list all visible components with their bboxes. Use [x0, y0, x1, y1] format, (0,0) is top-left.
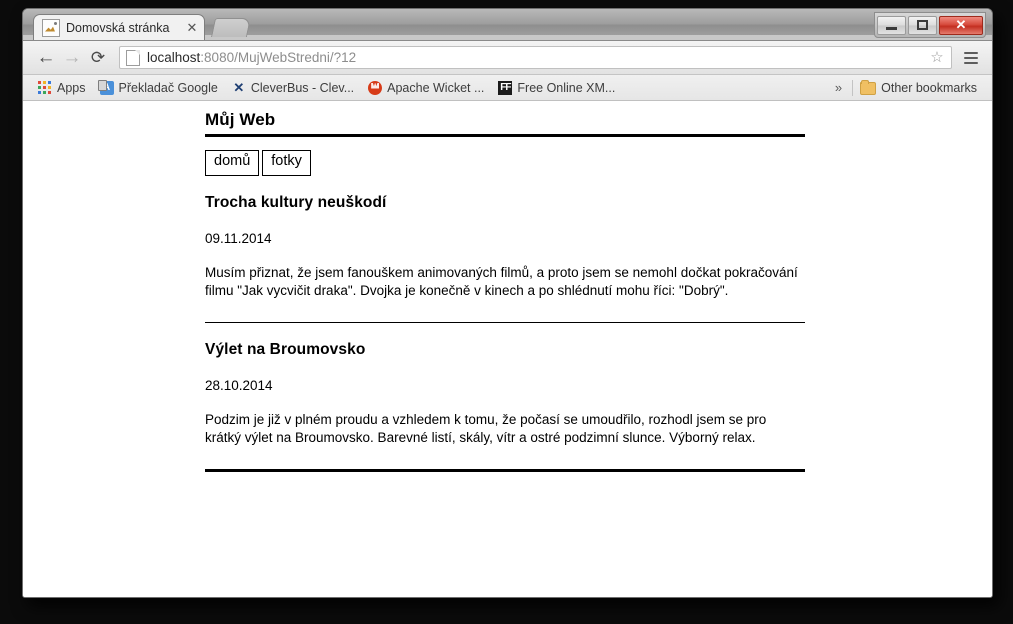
menu-bar-1: [964, 51, 978, 54]
url-text: localhost:8080/MujWebStredni/?12: [147, 50, 929, 65]
tab-strip: Domovská stránka ✕ ✕: [23, 9, 992, 41]
folder-icon: [860, 80, 877, 95]
translate-icon: A: [97, 79, 114, 95]
post-item: Výlet na Broumovsko 28.10.2014 Podzim je…: [205, 341, 805, 472]
page-footer-rule: [205, 468, 805, 472]
close-window-button[interactable]: ✕: [939, 15, 983, 35]
apache-wicket-icon: [368, 80, 383, 95]
post-item: Trocha kultury neuškodí 09.11.2014 Musím…: [205, 194, 805, 323]
bookmarks-overflow-button[interactable]: »: [825, 80, 852, 95]
title-underline: [205, 134, 805, 137]
hamburger-menu-icon[interactable]: [960, 47, 982, 69]
browser-toolbar: ← → ⟳ localhost:8080/MujWebStredni/?12 ☆: [23, 41, 992, 75]
bookmark-apps[interactable]: Apps: [31, 78, 93, 98]
cleverbus-x-icon: ✕: [233, 79, 245, 95]
browser-tab[interactable]: Domovská stránka ✕: [33, 14, 205, 40]
bookmark-label: Free Online XM...: [517, 80, 616, 95]
bookmarks-bar: Apps A Překladač Google ✕ CleverBus - Cl…: [23, 75, 992, 101]
free-online-xml-icon: FF: [498, 80, 513, 95]
tab-title: Domovská stránka: [66, 20, 170, 35]
window-controls: ✕: [874, 12, 986, 38]
url-path: :8080/MujWebStredni/?12: [200, 50, 357, 65]
url-host: localhost: [147, 50, 201, 65]
bookmark-label: Apps: [57, 80, 86, 95]
bookmark-cleverbus[interactable]: ✕ CleverBus - Clev...: [225, 78, 361, 98]
post-date: 09.11.2014: [205, 230, 272, 246]
desktop-background: Domovská stránka ✕ ✕ ← → ⟳ localhost:808…: [0, 0, 1013, 624]
apps-grid-icon: [38, 80, 52, 95]
nav-link-fotky[interactable]: fotky: [262, 150, 311, 176]
bookmark-prekladac-google[interactable]: A Překladač Google: [93, 78, 225, 98]
site-navigation: domů fotky: [205, 150, 805, 176]
broken-image-icon: [42, 18, 60, 37]
bookmark-label: Apache Wicket ...: [387, 80, 485, 95]
post-title: Trocha kultury neuškodí: [205, 193, 387, 211]
browser-window: Domovská stránka ✕ ✕ ← → ⟳ localhost:808…: [22, 8, 993, 598]
page-document-icon: [126, 49, 140, 66]
forward-button[interactable]: →: [59, 45, 85, 71]
post-date: 28.10.2014: [205, 377, 273, 393]
address-bar[interactable]: localhost:8080/MujWebStredni/?12 ☆: [119, 46, 952, 69]
bookmark-apache-wicket[interactable]: Apache Wicket ...: [361, 78, 491, 98]
maximize-icon: [917, 20, 928, 30]
menu-bar-2: [964, 56, 978, 59]
post-body: Musím přiznat, že jsem fanouškem animova…: [205, 264, 798, 298]
bookmark-label: Překladač Google: [118, 80, 218, 95]
post-body: Podzim je již v plném proudu a vzhledem …: [205, 411, 767, 445]
nav-link-domu[interactable]: domů: [205, 150, 260, 176]
post-title: Výlet na Broumovsko: [205, 340, 366, 358]
bookmark-other-bookmarks[interactable]: Other bookmarks: [853, 78, 984, 98]
menu-bar-3: [964, 61, 978, 64]
page-viewport: Můj Web domů fotky Trocha kultury neuško…: [23, 101, 992, 597]
close-icon[interactable]: ✕: [184, 20, 200, 36]
maximize-button[interactable]: [908, 15, 937, 35]
new-tab-button[interactable]: [210, 18, 252, 37]
back-button[interactable]: ←: [33, 45, 59, 71]
bookmark-label: Other bookmarks: [881, 80, 977, 95]
reload-button[interactable]: ⟳: [85, 45, 111, 71]
bookmark-label: CleverBus - Clev...: [250, 80, 355, 95]
post-separator: [205, 321, 805, 323]
minimize-button[interactable]: [877, 15, 906, 35]
minimize-icon: [886, 26, 897, 30]
bookmark-free-online-xml[interactable]: FF Free Online XM...: [491, 78, 622, 98]
page-title: Můj Web: [205, 110, 276, 129]
bookmark-star-icon[interactable]: ☆: [929, 50, 945, 65]
page-content: Můj Web domů fotky Trocha kultury neuško…: [205, 102, 805, 472]
